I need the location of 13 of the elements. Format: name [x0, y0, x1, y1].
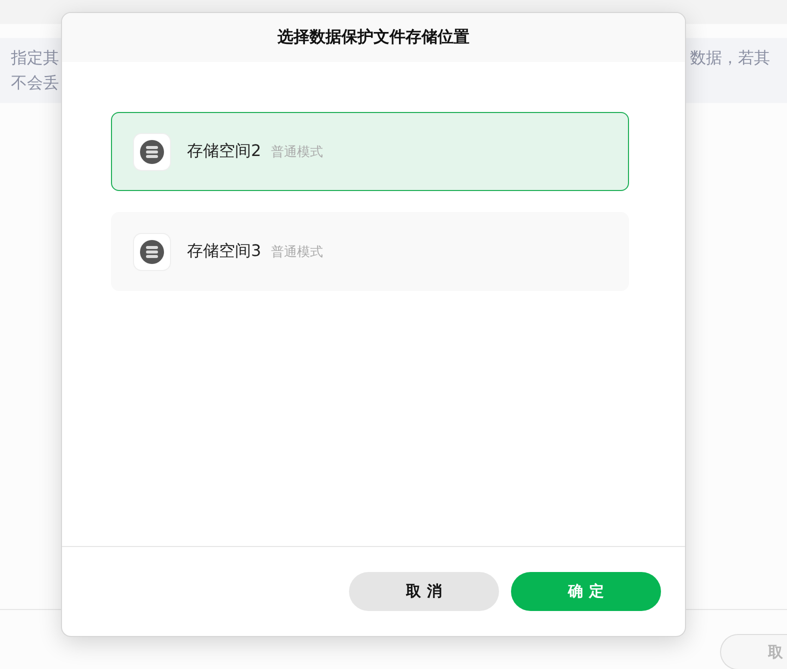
notice-text: 指定其: [11, 48, 59, 69]
storage-icon: [133, 132, 171, 170]
dialog-title: 选择数据保护文件存储位置: [278, 27, 470, 48]
storage-icon: [133, 232, 171, 270]
storage-option[interactable]: 存储空间3 普通模式: [111, 212, 629, 291]
cancel-button[interactable]: 取消: [349, 572, 499, 611]
storage-option[interactable]: 存储空间2 普通模式: [111, 112, 629, 191]
storage-name: 存储空间3: [187, 241, 262, 262]
storage-mode: 普通模式: [271, 244, 324, 260]
storage-mode: 普通模式: [271, 144, 324, 160]
storage-name: 存储空间2: [187, 141, 262, 162]
notice-text: 数据，若其: [690, 48, 770, 69]
notice-text: 不会丢: [11, 73, 59, 94]
